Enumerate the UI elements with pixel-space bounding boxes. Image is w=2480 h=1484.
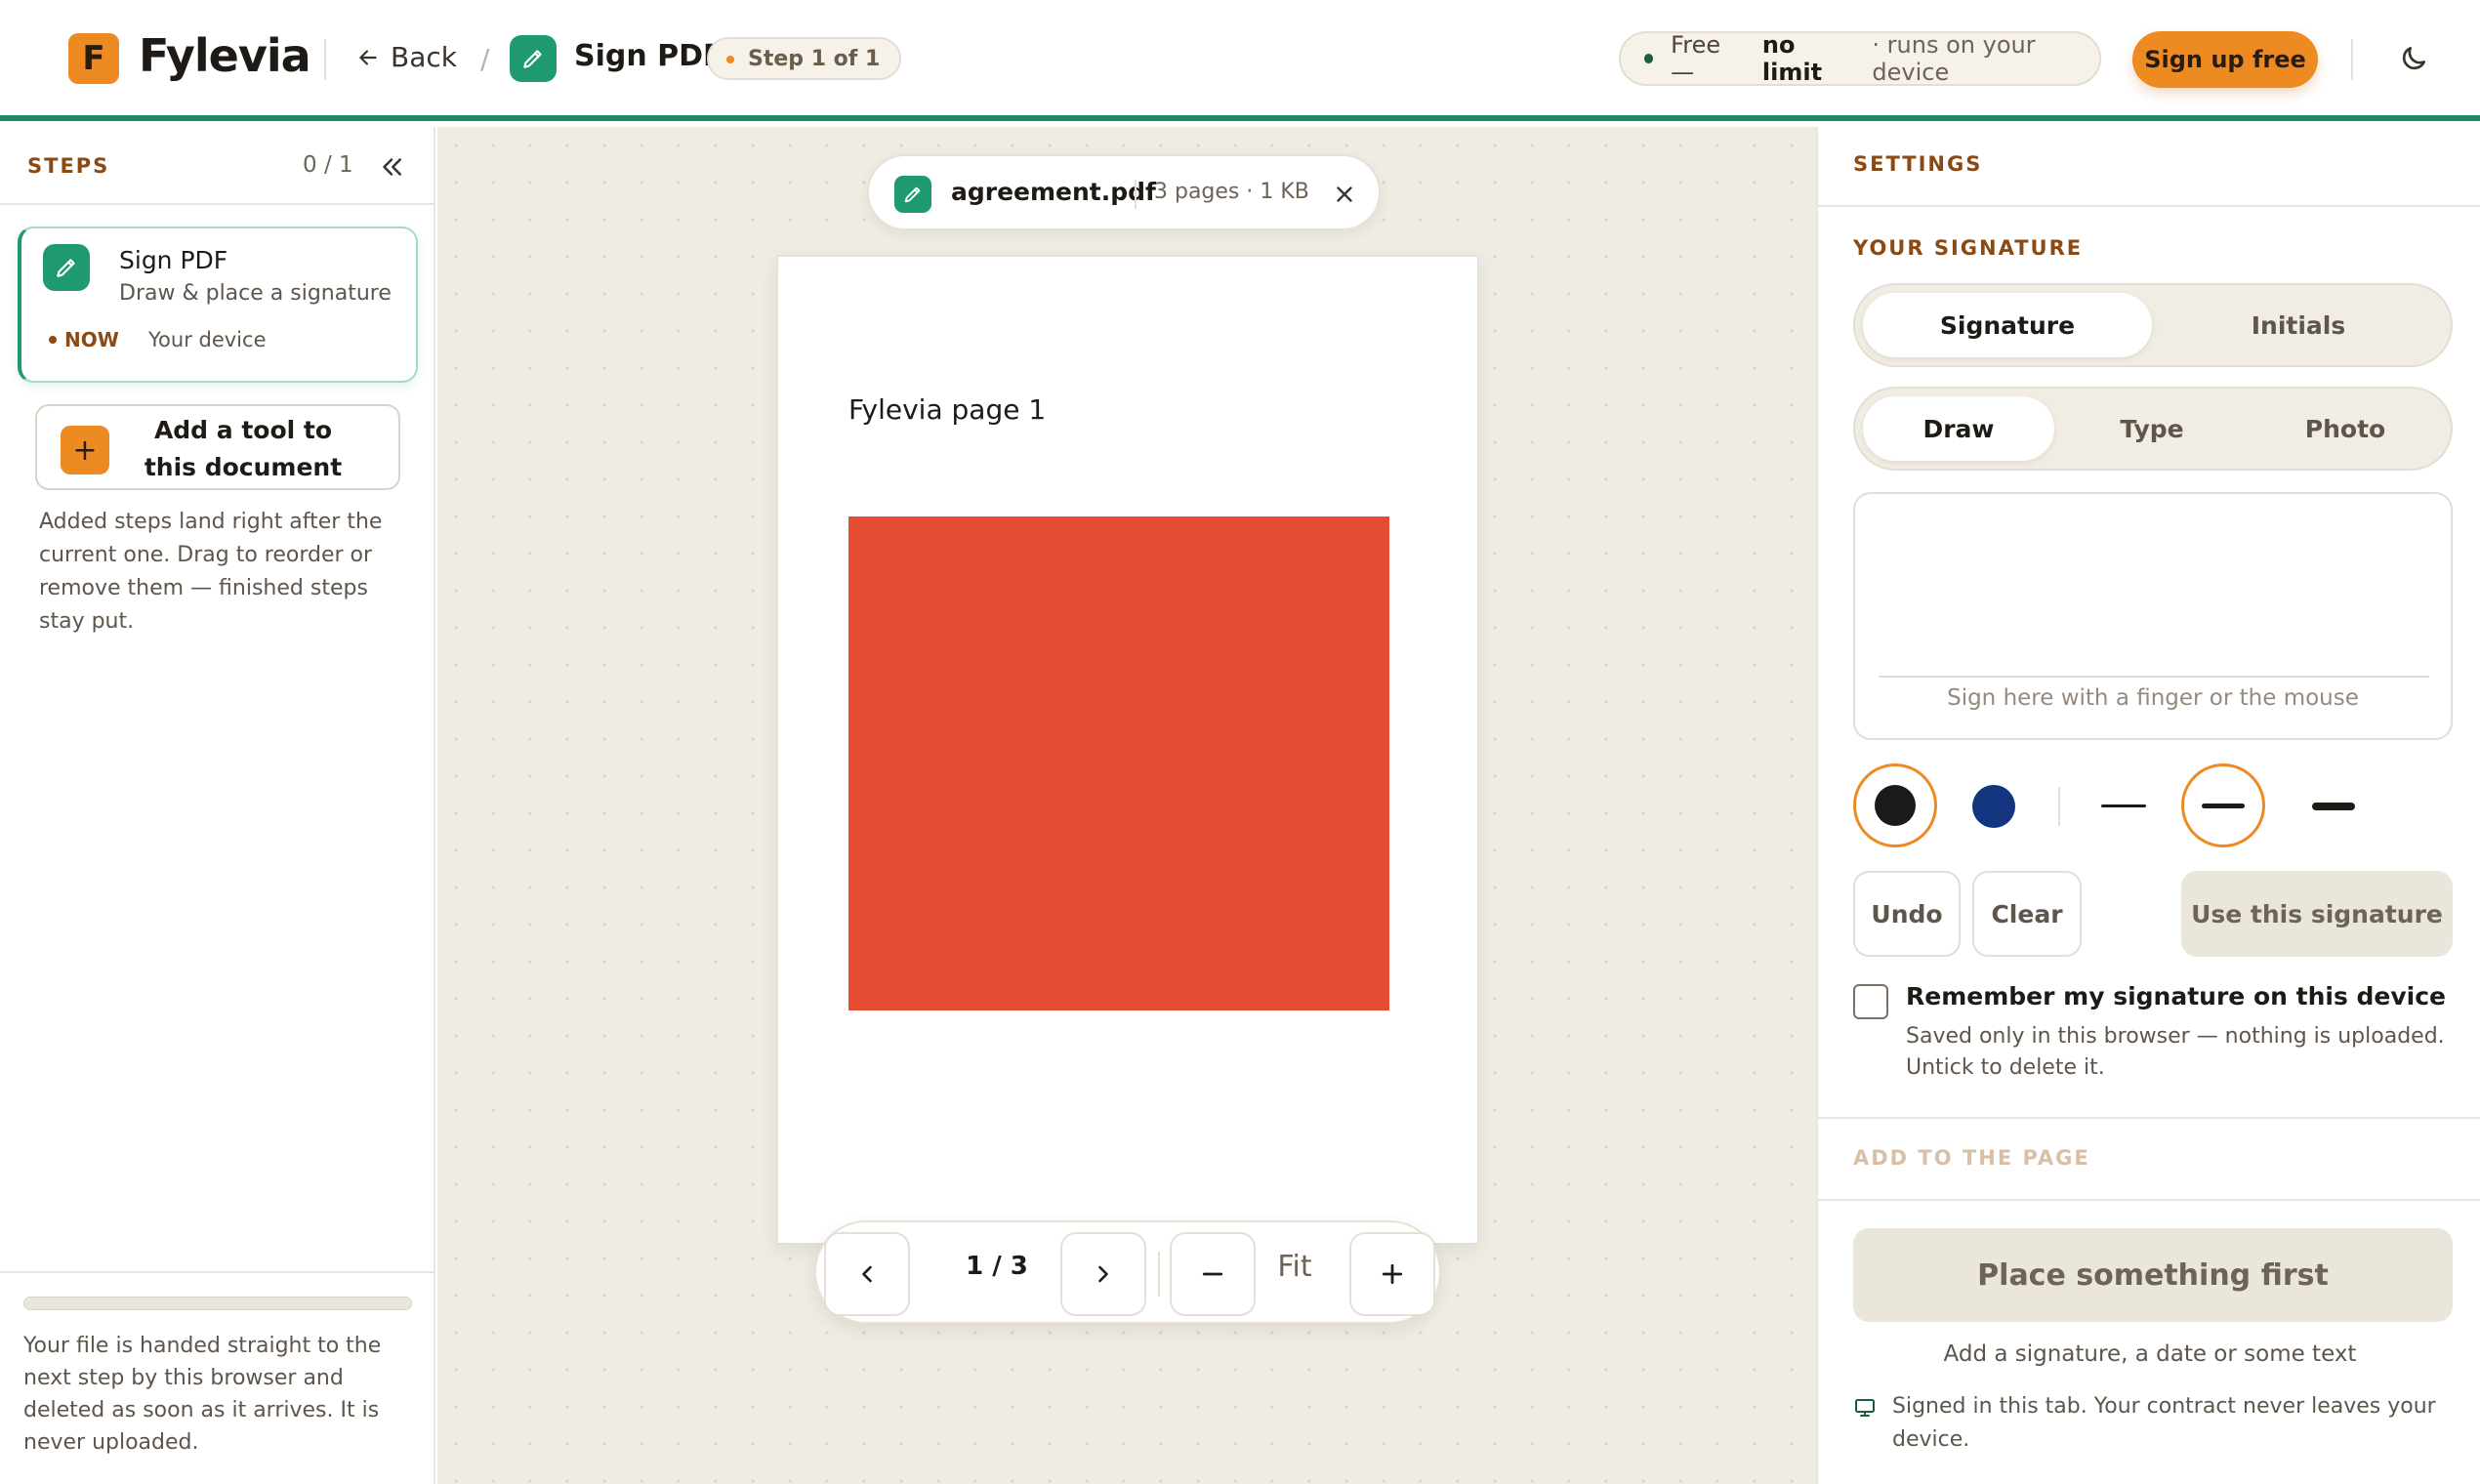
file-chip: agreement.pdf 3 pages · 1 KB (867, 154, 1381, 230)
plus-icon (1382, 1263, 1403, 1285)
fit-button[interactable]: Fit (1256, 1250, 1334, 1284)
undo-button[interactable]: Undo (1853, 871, 1961, 957)
back-label: Back (391, 41, 457, 73)
divider (1135, 180, 1137, 209)
free-suffix: · runs on your device (1872, 31, 2036, 86)
steps-count: 0 / 1 (303, 152, 353, 178)
steps-help-text: Added steps land right after the current… (39, 510, 383, 634)
brand-name[interactable]: Fylevia (139, 29, 311, 82)
steps-heading: STEPS (27, 154, 110, 178)
step-status: NOW (49, 328, 119, 351)
stroke-medium-icon (2202, 804, 2245, 808)
divider (1158, 1252, 1160, 1297)
back-button[interactable]: Back (355, 41, 457, 73)
minus-icon (1202, 1272, 1223, 1276)
color-swatch-black (1875, 785, 1916, 826)
divider (1818, 1117, 2480, 1119)
steps-sidebar: STEPS 0 / 1 Sign PDF Draw & place a sign… (0, 127, 435, 1484)
stroke-thin-button[interactable] (2093, 783, 2158, 830)
color-black-button[interactable] (1853, 763, 1937, 847)
stroke-medium-button[interactable] (2181, 763, 2265, 847)
file-name: agreement.pdf (951, 178, 1156, 206)
add-to-page-heading: ADD TO THE PAGE (1853, 1146, 2090, 1170)
zoom-in-button[interactable] (1349, 1232, 1435, 1316)
signature-mode-toggle: Draw Type Photo (1853, 387, 2453, 471)
tab-privacy-text: Signed in this tab. Your contract never … (1892, 1394, 2436, 1452)
remember-signature-label[interactable]: Remember my signature on this device (1906, 982, 2446, 1010)
progress-bar (23, 1297, 412, 1310)
step-card-sign-pdf[interactable]: Sign PDF Draw & place a signature NOW Yo… (18, 227, 418, 383)
add-tool-button[interactable]: + Add a tool to this document (35, 404, 400, 490)
tab-draw[interactable]: Draw (1863, 396, 2054, 461)
sign-up-button[interactable]: Sign up free (2132, 31, 2318, 88)
tab-photo[interactable]: Photo (2250, 396, 2441, 461)
step-location: Your device (148, 328, 267, 351)
signature-pad-hint: Sign here with a finger or the mouse (1947, 685, 2359, 711)
document-workspace: agreement.pdf 3 pages · 1 KB Fylevia pag… (437, 127, 1816, 1484)
free-prefix: Free — (1671, 31, 1721, 86)
signature-kind-toggle: Signature Initials (1853, 283, 2453, 367)
chevron-right-icon (1098, 1265, 1108, 1283)
divider (2058, 787, 2060, 826)
step-subtitle: Draw & place a signature (119, 281, 392, 306)
brand-logo-icon[interactable]: F (68, 33, 119, 84)
step-badge: Step 1 of 1 (707, 37, 902, 80)
settings-panel: SETTINGS YOUR SIGNATURE Signature Initia… (1816, 127, 2480, 1484)
moon-icon[interactable] (2398, 43, 2429, 74)
collapse-sidebar-icon[interactable] (377, 152, 406, 182)
page-indicator: 1 / 3 (966, 1252, 1028, 1281)
clear-button[interactable]: Clear (1972, 871, 2082, 957)
divider (1818, 1199, 2480, 1201)
page-heading: Fylevia page 1 (848, 393, 1047, 426)
tab-privacy-note: Signed in this tab. Your contract never … (1853, 1390, 2459, 1457)
use-signature-button[interactable]: Use this signature (2181, 871, 2453, 957)
tool-title: Sign PDF (574, 39, 723, 73)
place-something-button[interactable]: Place something first (1853, 1228, 2453, 1322)
free-limit: no limit (1761, 31, 1823, 86)
tab-type[interactable]: Type (2056, 396, 2248, 461)
stroke-thin-icon (2101, 804, 2146, 807)
page-navigator: 1 / 3 Fit (814, 1220, 1441, 1324)
divider (0, 203, 435, 205)
chevron-left-icon (862, 1265, 872, 1283)
pen-icon (894, 176, 931, 213)
tab-initials[interactable]: Initials (2154, 293, 2443, 357)
status-dot-icon (1644, 54, 1654, 63)
pen-icon (43, 244, 90, 291)
monitor-icon (1855, 1399, 1875, 1417)
add-tool-label: Add a tool to this document (144, 416, 343, 481)
app-header: F Fylevia Back / Sign PDF Step 1 of 1 Fr… (0, 0, 2480, 121)
close-icon[interactable] (1332, 182, 1357, 207)
file-handoff-note: Your file is handed straight to the next… (23, 1334, 382, 1455)
breadcrumb-separator: / (480, 43, 490, 75)
zoom-out-button[interactable] (1170, 1232, 1256, 1316)
header-divider (324, 39, 326, 80)
settings-heading: SETTINGS (1853, 152, 1983, 176)
remember-signature-hint: Saved only in this browser — nothing is … (1906, 1024, 2445, 1080)
divider (0, 1271, 435, 1273)
step-title: Sign PDF (119, 246, 228, 274)
pdf-page[interactable]: Fylevia page 1 (777, 256, 1478, 1244)
place-hint: Add a signature, a date or some text (1943, 1341, 2357, 1367)
file-meta: 3 pages · 1 KB (1154, 180, 1309, 204)
free-plan-badge: Free — no limit · runs on your device (1619, 31, 2101, 86)
divider (1818, 205, 2480, 207)
stroke-thick-button[interactable] (2300, 783, 2365, 830)
your-signature-heading: YOUR SIGNATURE (1853, 236, 2084, 260)
signature-baseline (1879, 676, 2429, 678)
page-red-rectangle (848, 516, 1389, 1010)
color-swatch-navy[interactable] (1972, 785, 2015, 828)
stroke-thick-icon (2312, 803, 2355, 810)
pen-icon (510, 35, 557, 82)
tab-signature[interactable]: Signature (1863, 293, 2152, 357)
header-divider-right (2351, 39, 2353, 80)
plus-icon: + (61, 426, 109, 474)
signature-pad[interactable]: Sign here with a finger or the mouse (1853, 492, 2453, 740)
next-page-button[interactable] (1060, 1232, 1146, 1316)
previous-page-button[interactable] (824, 1232, 910, 1316)
arrow-left-icon (359, 49, 377, 65)
remember-signature-checkbox[interactable] (1853, 984, 1888, 1019)
